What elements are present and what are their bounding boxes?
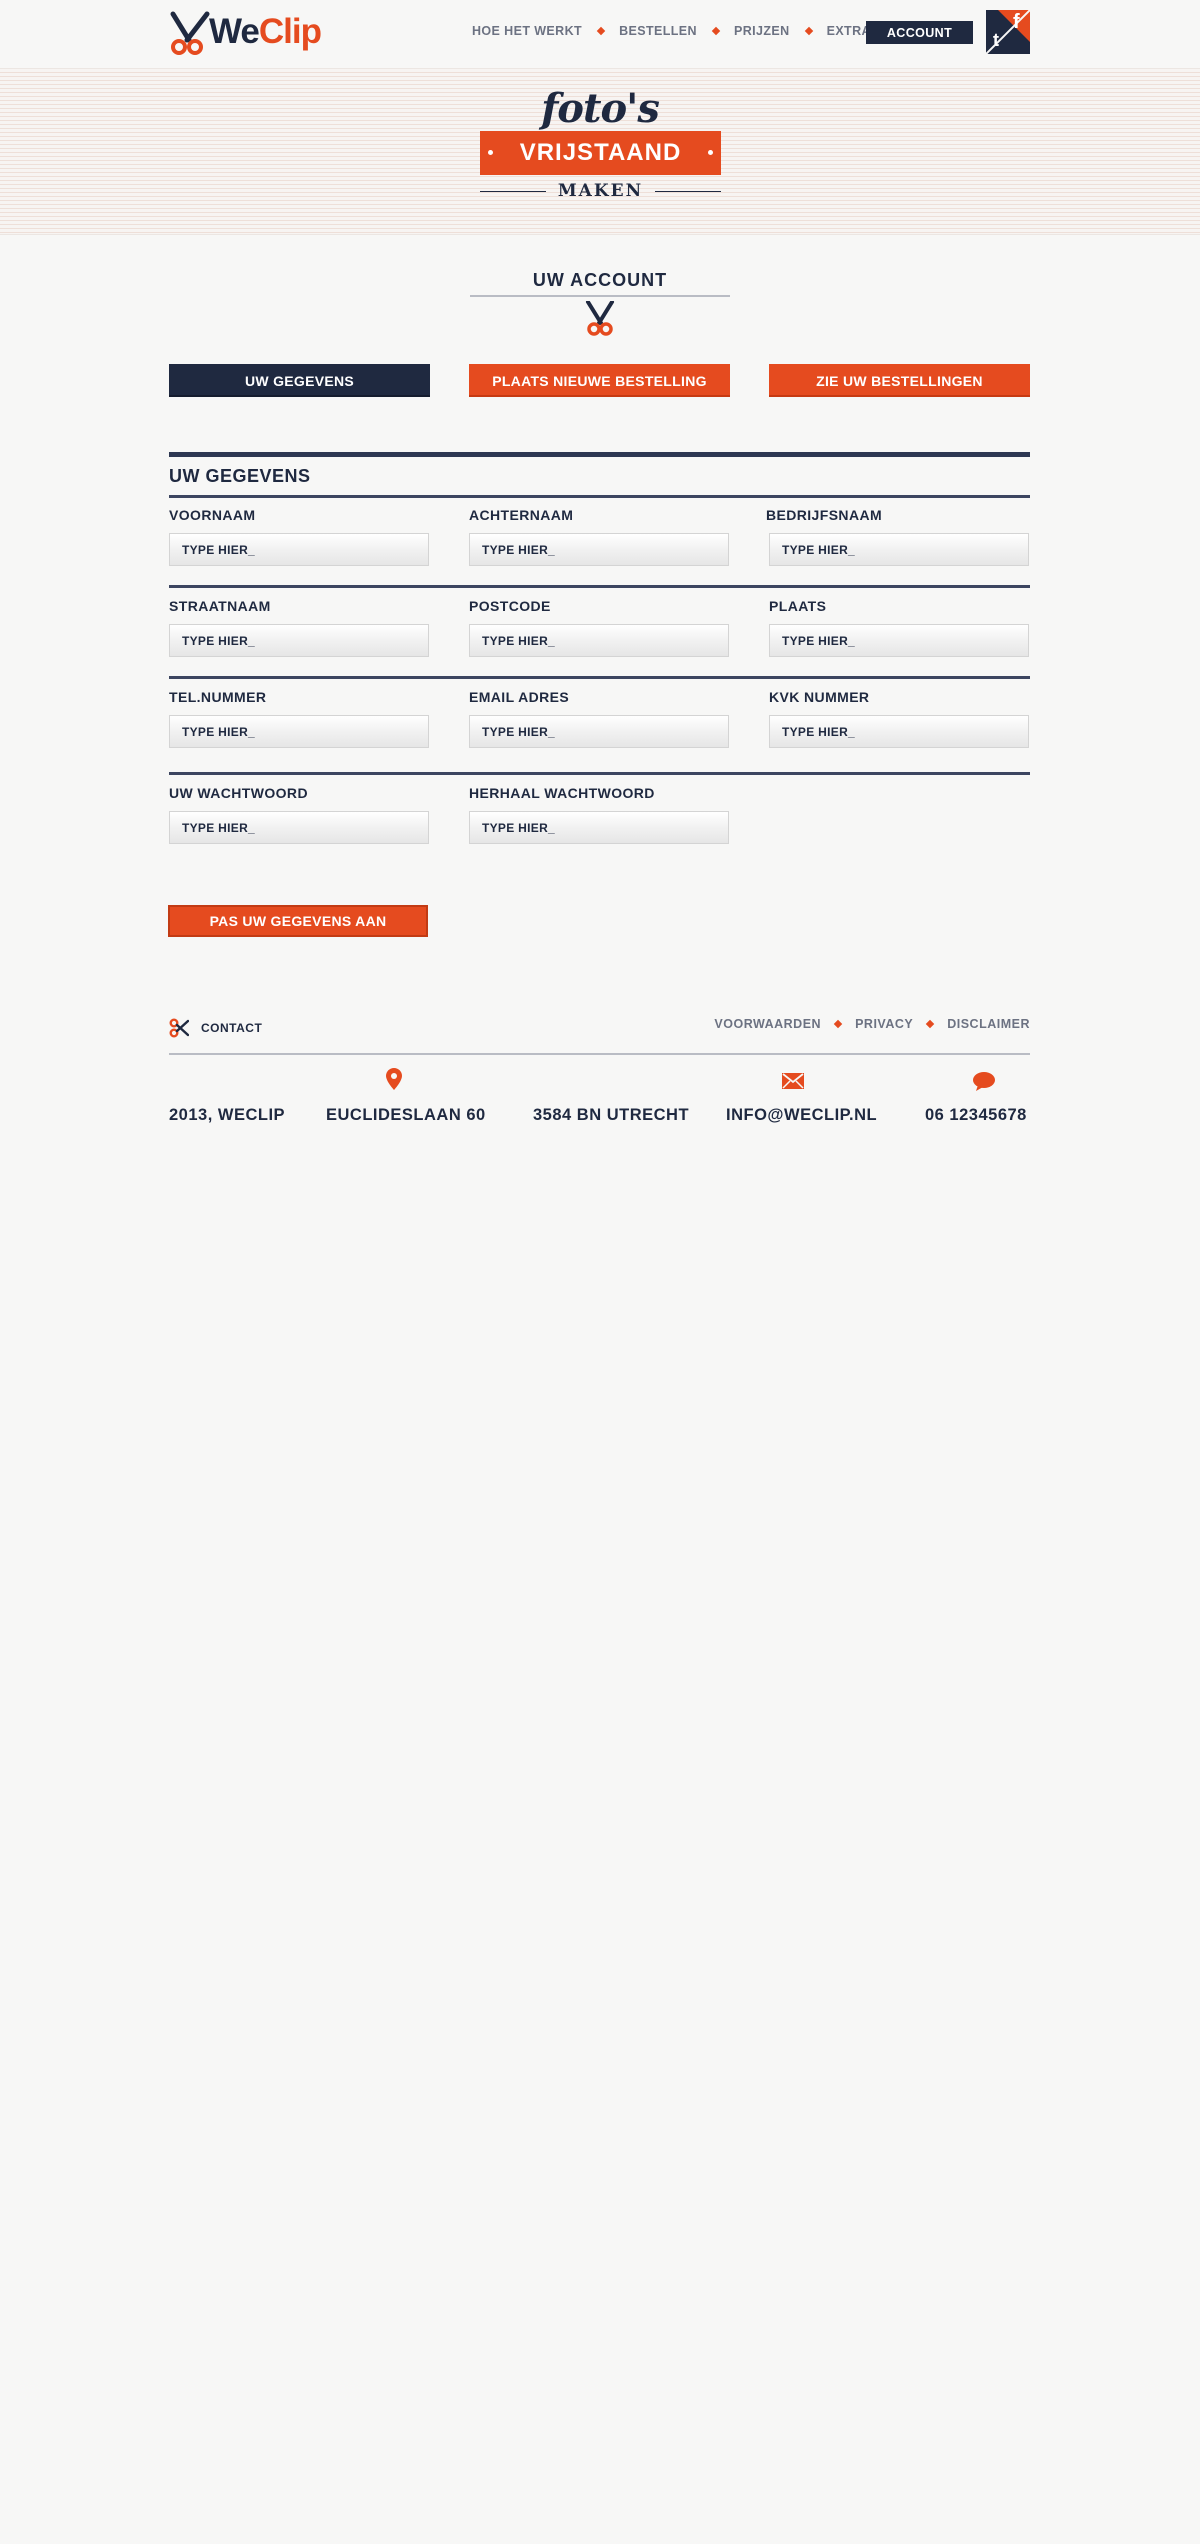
- scissors-icon: [586, 301, 614, 336]
- nav-hoe-het-werkt[interactable]: HOE HET WERKT: [472, 24, 582, 38]
- hero-subtitle-label: MAKEN: [557, 181, 644, 201]
- chat-bubble-icon: [973, 1072, 995, 1091]
- nav-separator: [804, 26, 813, 36]
- tab-zie-uw-bestellingen[interactable]: ZIE UW BESTELLINGEN: [769, 364, 1030, 397]
- straatnaam-input[interactable]: [169, 624, 429, 657]
- nav-prijzen[interactable]: PRIJZEN: [734, 24, 790, 38]
- label-postcode: POSTCODE: [469, 598, 551, 614]
- footer-street: EUCLIDESLAAN 60: [326, 1106, 486, 1124]
- tab-plaats-nieuwe-bestelling[interactable]: PLAATS NIEUWE BESTELLING: [469, 364, 730, 397]
- footer-link-privacy[interactable]: PRIVACY: [855, 1017, 913, 1031]
- hero-script-title: foto's: [541, 85, 660, 132]
- label-bedrijfsnaam: BEDRIJFSNAAM: [766, 507, 883, 523]
- postcode-input[interactable]: [469, 624, 729, 657]
- hero-banner: foto's VRIJSTAAND MAKEN: [0, 68, 1200, 235]
- divider: [169, 676, 1030, 679]
- footer-city: 3584 BN UTRECHT: [533, 1106, 690, 1124]
- divider: [169, 495, 1030, 498]
- contact-link[interactable]: CONTACT: [169, 1018, 262, 1038]
- label-telnummer: TEL.NUMMER: [169, 689, 267, 705]
- hero-ribbon: VRIJSTAAND: [480, 131, 721, 175]
- divider: [470, 295, 730, 297]
- label-herhaal-wachtwoord: HERHAAL WACHTWOORD: [469, 785, 655, 801]
- location-pin-icon: [386, 1068, 402, 1090]
- save-details-button[interactable]: PAS UW GEGEVENS AAN: [168, 905, 428, 937]
- divider: [169, 585, 1030, 588]
- bedrijfsnaam-input[interactable]: [769, 533, 1029, 566]
- herhaal-wachtwoord-input[interactable]: [469, 811, 729, 844]
- page-title: UW ACCOUNT: [532, 270, 668, 290]
- divider: [480, 190, 546, 192]
- nav-separator: [711, 26, 721, 36]
- footer-links: VOORWAARDEN PRIVACY DISCLAIMER: [714, 1017, 1030, 1031]
- footer-copyright: 2013, WECLIP: [169, 1106, 286, 1124]
- main-nav: HOE HET WERKT BESTELLEN PRIJZEN EXTRA: [472, 21, 871, 41]
- label-plaats: PLAATS: [769, 598, 827, 614]
- footer-separator: [925, 1019, 935, 1029]
- tab-uw-gegevens[interactable]: UW GEGEVENS: [169, 364, 430, 397]
- kvk-input[interactable]: [769, 715, 1029, 748]
- footer-link-disclaimer[interactable]: DISCLAIMER: [947, 1017, 1030, 1031]
- weclip-logo[interactable]: WeClip: [169, 10, 322, 56]
- email-input[interactable]: [469, 715, 729, 748]
- nav-account[interactable]: ACCOUNT: [866, 21, 973, 44]
- nav-extra[interactable]: EXTRA: [827, 24, 871, 38]
- divider: [169, 772, 1030, 775]
- divider: [655, 190, 721, 192]
- mail-icon: [782, 1073, 804, 1089]
- footer-email[interactable]: INFO@WECLIP.NL: [726, 1106, 877, 1125]
- hero-subtitle: MAKEN: [480, 180, 721, 202]
- nav-separator: [596, 26, 606, 36]
- plaats-input[interactable]: [769, 624, 1029, 657]
- label-kvk: KVK NUMMER: [769, 689, 870, 705]
- divider: [169, 1053, 1030, 1055]
- wachtwoord-input[interactable]: [169, 811, 429, 844]
- scissors-icon: [169, 1018, 189, 1038]
- facebook-icon[interactable]: f: [1013, 11, 1020, 34]
- form-top-border: [169, 452, 1030, 457]
- label-wachtwoord: UW WACHTWOORD: [169, 785, 308, 801]
- achternaam-input[interactable]: [469, 533, 729, 566]
- scissors-logo-icon: [170, 11, 210, 55]
- ribbon-dot: [488, 150, 493, 155]
- twitter-icon[interactable]: t: [993, 30, 999, 51]
- footer-phone: 06 12345678: [925, 1106, 1027, 1124]
- voornaam-input[interactable]: [169, 533, 429, 566]
- label-email: EMAIL ADRES: [469, 689, 570, 705]
- label-straatnaam: STRAATNAAM: [169, 598, 271, 614]
- telnummer-input[interactable]: [169, 715, 429, 748]
- label-voornaam: VOORNAAM: [169, 507, 256, 523]
- form-section-title: UW GEGEVENS: [169, 466, 311, 486]
- social-links: f t: [986, 10, 1030, 54]
- footer-link-voorwaarden[interactable]: VOORWAARDEN: [714, 1017, 821, 1031]
- hero-ribbon-label: VRIJSTAAND: [519, 139, 682, 166]
- logo-wordmark: WeClip: [209, 12, 322, 51]
- label-achternaam: ACHTERNAAM: [469, 507, 574, 523]
- ribbon-dot: [708, 150, 713, 155]
- footer-separator: [833, 1019, 843, 1029]
- nav-bestellen[interactable]: BESTELLEN: [619, 24, 697, 38]
- contact-label: CONTACT: [201, 1021, 263, 1035]
